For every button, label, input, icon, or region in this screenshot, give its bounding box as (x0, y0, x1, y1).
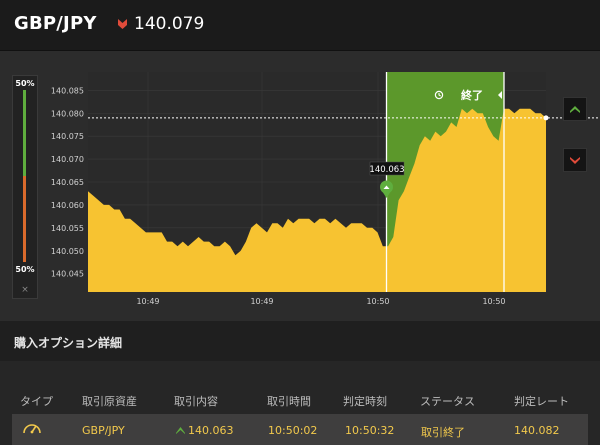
details-title: 購入オプション詳細 (14, 336, 123, 350)
cell-judge-rate: 140.082 (514, 424, 560, 437)
x-tick-label: 10:50 (482, 297, 505, 306)
y-tick-label: 140.065 (51, 178, 84, 187)
expiry-label-text: 終了 (461, 88, 483, 102)
cell-content: 140.063 (188, 424, 234, 437)
price-chart: 140.045 140.050 140.055 140.060 140.065 140.0… (51, 72, 600, 306)
cell-status: 取引終了 (421, 426, 465, 439)
x-tick-label: 10:49 (136, 297, 159, 306)
y-tick-label: 140.055 (51, 224, 84, 233)
column-judge-time: 判定時刻 (343, 395, 387, 408)
x-tick-label: 10:50 (366, 297, 389, 306)
column-trade-time: 取引時間 (267, 395, 311, 408)
low-button[interactable] (563, 148, 587, 172)
high-arrow-icon (570, 106, 580, 113)
column-asset: 取引原資産 (82, 395, 137, 408)
y-tick-label: 140.085 (51, 86, 84, 95)
x-tick-label: 10:49 (250, 297, 273, 306)
y-tick-label: 140.050 (51, 247, 84, 256)
y-tick-label: 140.080 (51, 109, 84, 118)
cell-trade-time: 10:50:02 (268, 424, 318, 437)
details-section-header: 購入オプション詳細 (0, 321, 600, 361)
low-arrow-icon (570, 157, 580, 164)
column-type: タイプ (20, 395, 53, 408)
y-tick-label: 140.045 (51, 270, 84, 279)
high-arrow-icon (176, 427, 185, 434)
column-judge-rate: 判定レート (514, 395, 569, 408)
cell-judge-time: 10:50:32 (345, 424, 395, 437)
cell-asset: GBP/JPY (82, 424, 125, 437)
entry-tooltip-text: 140.063 (369, 165, 404, 175)
current-rate-dot (543, 115, 549, 121)
y-tick-label: 140.075 (51, 132, 84, 141)
column-status: ステータス (420, 395, 475, 408)
high-button[interactable] (563, 97, 587, 121)
y-tick-label: 140.060 (51, 201, 84, 210)
y-tick-label: 140.070 (51, 155, 84, 164)
gauge-icon (23, 424, 41, 434)
column-content: 取引内容 (174, 395, 218, 408)
